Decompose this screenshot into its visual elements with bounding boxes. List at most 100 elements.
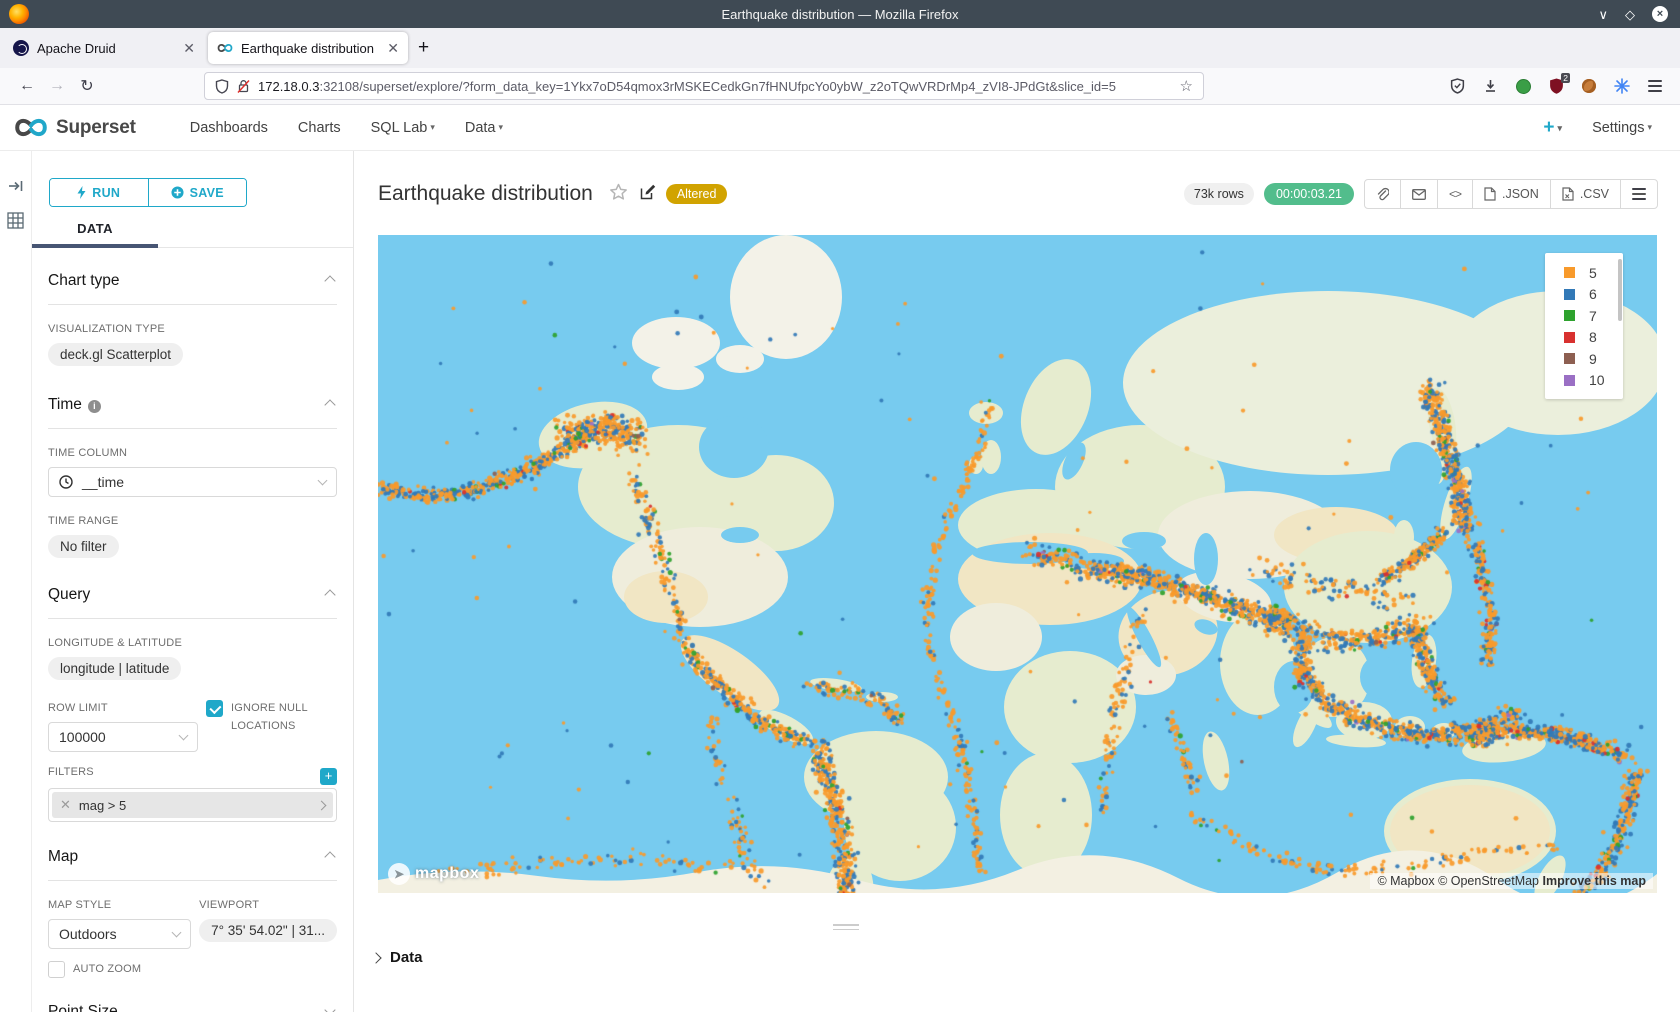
chevron-up-icon — [324, 851, 335, 862]
reload-button[interactable]: ↻ — [72, 76, 102, 96]
improve-map-link[interactable]: Improve this map — [1543, 874, 1647, 888]
section-map[interactable]: Map — [48, 848, 337, 881]
mapbox-attribution-link[interactable]: © Mapbox — [1377, 874, 1434, 888]
chevron-right-icon — [370, 952, 381, 963]
control-panel: RUN SAVE DATA Chart type VISUALIZATION T… — [32, 151, 354, 1012]
remove-filter-icon[interactable]: ✕ — [60, 797, 71, 813]
legend-item[interactable]: 5 — [1545, 262, 1623, 284]
permissions-shield-icon[interactable] — [215, 79, 229, 94]
data-panel-collapsed: Data — [378, 893, 1658, 1012]
section-query[interactable]: Query — [48, 586, 337, 619]
mapbox-logo[interactable]: ➤ mapbox — [388, 863, 479, 885]
ublock-origin-icon[interactable]: 2 — [1547, 77, 1565, 95]
ignore-null-checkbox[interactable] — [206, 700, 223, 717]
tab-apache-druid[interactable]: Apache Druid ✕ — [4, 32, 204, 64]
nav-dashboards[interactable]: Dashboards — [190, 120, 268, 136]
row-limit-label: ROW LIMIT — [48, 702, 198, 714]
superset-infinity-icon — [14, 117, 48, 138]
viewport-value[interactable]: 7° 35' 54.02" | 31... — [199, 919, 337, 942]
section-chart-type[interactable]: Chart type — [48, 272, 337, 305]
brand-name: Superset — [56, 117, 136, 139]
data-expander[interactable]: Data — [372, 949, 423, 966]
map-style-label: MAP STYLE — [48, 899, 191, 911]
map-attribution: © Mapbox © OpenStreetMap Improve this ma… — [1370, 873, 1653, 889]
legend-label: 10 — [1589, 372, 1605, 388]
window-close-icon[interactable]: × — [1652, 6, 1668, 22]
extension-green-icon[interactable] — [1514, 77, 1532, 95]
legend-item[interactable]: 6 — [1545, 284, 1623, 306]
tracking-protection-icon[interactable] — [1448, 77, 1466, 95]
viz-type-label: VISUALIZATION TYPE — [48, 323, 337, 335]
tab-close-icon[interactable]: ✕ — [381, 40, 399, 57]
legend-item[interactable]: 7 — [1545, 305, 1623, 327]
lightning-icon — [77, 186, 86, 199]
tab-earthquake-distribution[interactable]: Earthquake distribution ✕ — [208, 32, 408, 64]
export-json-button[interactable]: .JSON — [1472, 179, 1551, 209]
back-button[interactable]: ← — [12, 77, 42, 95]
copy-link-button[interactable] — [1364, 179, 1401, 209]
nav-data[interactable]: Data▾ — [465, 120, 503, 136]
legend-label: 5 — [1589, 265, 1597, 281]
code-icon: <> — [1449, 187, 1461, 201]
snowflake-extension-icon[interactable] — [1613, 77, 1631, 95]
chevron-down-icon: ▾ — [499, 122, 504, 132]
panel-resize-handle[interactable] — [833, 924, 859, 933]
collapse-panel-icon[interactable] — [8, 179, 24, 198]
nav-charts[interactable]: Charts — [298, 120, 341, 136]
auto-zoom-checkbox[interactable] — [48, 961, 65, 978]
url-field[interactable]: 172.18.0.3:32108/superset/explore/?form_… — [204, 72, 1204, 100]
legend-label: 9 — [1589, 351, 1597, 367]
viz-type-value[interactable]: deck.gl Scatterplot — [48, 343, 183, 366]
tab-data[interactable]: DATA — [32, 221, 158, 236]
cookie-extension-icon[interactable] — [1580, 77, 1598, 95]
downloads-icon[interactable] — [1481, 77, 1499, 95]
tab-close-icon[interactable]: ✕ — [177, 40, 195, 57]
tab-strip: Apache Druid ✕ Earthquake distribution ✕… — [0, 28, 1680, 68]
time-column-label: TIME COLUMN — [48, 447, 337, 459]
export-csv-button[interactable]: .CSV — [1550, 179, 1621, 209]
ublock-badge: 2 — [1561, 73, 1570, 83]
time-column-select[interactable]: __time — [48, 467, 337, 497]
edit-properties-icon[interactable] — [640, 184, 656, 205]
osm-attribution-link[interactable]: © OpenStreetMap — [1438, 874, 1539, 888]
altered-badge[interactable]: Altered — [666, 184, 728, 204]
legend-scrollbar[interactable] — [1618, 259, 1622, 321]
legend-swatch — [1564, 332, 1575, 343]
mapbox-icon: ➤ — [388, 863, 410, 885]
legend-item[interactable]: 10 — [1545, 370, 1623, 392]
email-button[interactable] — [1400, 179, 1438, 209]
forward-button[interactable]: → — [42, 77, 72, 95]
section-point-size[interactable]: Point Size — [48, 1003, 337, 1012]
save-button[interactable]: SAVE — [148, 179, 247, 206]
embed-code-button[interactable]: <> — [1437, 179, 1473, 209]
url-path: :32108/superset/explore/?form_data_key=1… — [319, 79, 1116, 94]
nav-sql-lab[interactable]: SQL Lab▾ — [371, 120, 435, 136]
section-time[interactable]: Timei — [48, 396, 337, 429]
settings-menu[interactable]: Settings▾ — [1592, 120, 1652, 136]
map-legend: 5 678 9 10 — [1545, 253, 1623, 399]
bookmark-star-icon[interactable]: ☆ — [1172, 77, 1193, 95]
legend-item[interactable]: 9 — [1545, 348, 1623, 370]
row-count-badge: 73k rows — [1184, 183, 1254, 205]
insecure-lock-icon[interactable] — [237, 79, 250, 94]
lonlat-value[interactable]: longitude | latitude — [48, 657, 181, 680]
superset-navbar: Superset Dashboards Charts SQL Lab▾ Data… — [0, 105, 1680, 151]
row-limit-select[interactable]: 100000 — [48, 722, 198, 752]
map-style-select[interactable]: Outdoors — [48, 919, 191, 949]
new-tab-button[interactable]: + — [418, 37, 429, 59]
new-item-button[interactable]: +▾ — [1543, 117, 1562, 139]
map-canvas[interactable]: 5 678 9 10 ➤ mapbox © Mapbox © OpenStreetMa… — [378, 235, 1657, 893]
dataset-grid-icon[interactable] — [7, 212, 24, 234]
filter-chip[interactable]: ✕ mag > 5 — [52, 792, 333, 818]
menu-icon[interactable] — [1646, 77, 1664, 95]
run-button[interactable]: RUN — [50, 179, 148, 206]
window-minimize-icon[interactable]: ∨ — [1598, 8, 1608, 21]
legend-item[interactable]: 8 — [1545, 327, 1623, 349]
more-options-button[interactable] — [1620, 179, 1658, 209]
favorite-star-icon[interactable] — [609, 183, 628, 206]
window-maximize-icon[interactable]: ◇ — [1625, 8, 1635, 21]
time-range-value[interactable]: No filter — [48, 535, 119, 558]
superset-logo[interactable]: Superset — [14, 117, 136, 139]
add-filter-button[interactable]: + — [320, 768, 337, 785]
chevron-up-icon — [324, 589, 335, 600]
